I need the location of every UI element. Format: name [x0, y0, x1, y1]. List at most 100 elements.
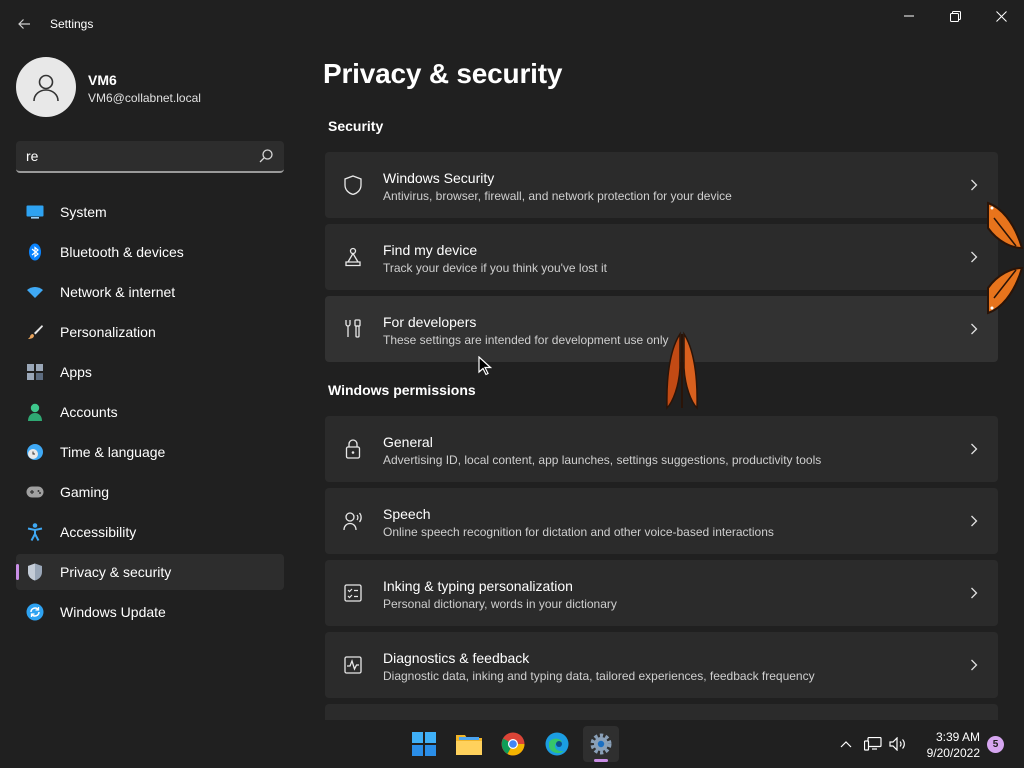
card-subtitle: Diagnostic data, inking and typing data,…	[383, 669, 815, 683]
card-find-my-device[interactable]: Find my device Track your device if you …	[325, 224, 998, 290]
close-icon	[995, 10, 1007, 22]
sidebar-item-label: Windows Update	[60, 604, 166, 620]
chrome-button[interactable]	[495, 726, 531, 762]
shield-icon	[26, 563, 44, 581]
network-icon	[864, 737, 882, 751]
monitor-icon	[26, 203, 44, 221]
chevron-right-icon	[968, 514, 980, 528]
sidebar-item-network[interactable]: Network & internet	[16, 274, 284, 310]
start-button[interactable]	[406, 726, 442, 762]
gamepad-icon	[26, 483, 44, 501]
card-subtitle: Online speech recognition for dictation …	[383, 525, 774, 539]
chevron-right-icon	[968, 250, 980, 264]
inking-icon	[343, 583, 363, 603]
chevron-up-icon	[840, 741, 852, 748]
butterfly-decoration	[987, 201, 1024, 315]
sidebar-item-personalization[interactable]: Personalization	[16, 314, 284, 350]
sidebar-item-label: Personalization	[60, 324, 156, 340]
sidebar-item-apps[interactable]: Apps	[16, 354, 284, 390]
sidebar-item-windows-update[interactable]: Windows Update	[16, 594, 284, 630]
search-icon[interactable]	[258, 148, 274, 164]
card-partial-next[interactable]	[325, 704, 998, 720]
chevron-right-icon	[968, 442, 980, 456]
volume-icon	[889, 737, 905, 751]
accessibility-icon	[26, 523, 44, 541]
clock[interactable]: 3:39 AM 9/20/2022	[916, 729, 980, 761]
card-diagnostics-feedback[interactable]: Diagnostics & feedback Diagnostic data, …	[325, 632, 998, 698]
sidebar-item-time-language[interactable]: Time & language	[16, 434, 284, 470]
sidebar-item-label: System	[60, 204, 107, 220]
restore-icon	[949, 10, 961, 22]
card-subtitle: Personal dictionary, words in your dicti…	[383, 597, 617, 611]
file-explorer-button[interactable]	[451, 726, 487, 762]
sidebar-item-accounts[interactable]: Accounts	[16, 394, 284, 430]
card-subtitle: Antivirus, browser, firewall, and networ…	[383, 189, 732, 203]
edge-icon	[545, 732, 569, 756]
sidebar-nav: System Bluetooth & devices Network & int…	[16, 194, 284, 634]
close-button[interactable]	[983, 4, 1019, 28]
title-bar: Settings	[0, 0, 1024, 48]
globe-clock-icon	[26, 443, 44, 461]
card-subtitle: Track your device if you think you've lo…	[383, 261, 607, 275]
chevron-right-icon	[968, 586, 980, 600]
settings-button[interactable]	[583, 726, 619, 762]
find-device-icon	[343, 247, 363, 267]
sidebar-item-label: Apps	[60, 364, 92, 380]
sidebar-item-label: Privacy & security	[60, 564, 172, 580]
clock-date: 9/20/2022	[926, 746, 980, 760]
sidebar-item-label: Accounts	[60, 404, 118, 420]
card-windows-security[interactable]: Windows Security Antivirus, browser, fir…	[325, 152, 998, 218]
section-heading-security: Security	[328, 118, 384, 134]
edge-button[interactable]	[539, 726, 575, 762]
card-title: Diagnostics & feedback	[383, 650, 530, 666]
minimize-icon	[904, 15, 914, 17]
update-icon	[26, 603, 44, 621]
search-input[interactable]	[26, 141, 246, 171]
notification-badge[interactable]: 5	[987, 736, 1004, 753]
card-title: General	[383, 434, 433, 450]
card-title: For developers	[383, 314, 477, 330]
wifi-icon	[26, 283, 44, 301]
card-title: Windows Security	[383, 170, 495, 186]
start-icon	[412, 732, 436, 756]
card-general[interactable]: General Advertising ID, local content, a…	[325, 416, 998, 482]
sidebar-item-bluetooth[interactable]: Bluetooth & devices	[16, 234, 284, 270]
card-title: Find my device	[383, 242, 478, 258]
app-title: Settings	[50, 17, 94, 31]
active-app-indicator	[594, 759, 608, 762]
sidebar-item-label: Accessibility	[60, 524, 137, 540]
volume-tray-button[interactable]	[887, 733, 909, 755]
lock-icon	[343, 439, 363, 459]
restore-button[interactable]	[937, 4, 973, 28]
chrome-icon	[501, 732, 525, 756]
search-box[interactable]	[16, 141, 284, 173]
sidebar-item-privacy-security[interactable]: Privacy & security	[16, 554, 284, 590]
back-button[interactable]	[12, 12, 36, 36]
sidebar-item-label: Network & internet	[60, 284, 176, 300]
bluetooth-icon	[26, 243, 44, 261]
avatar[interactable]	[16, 57, 76, 117]
person-icon	[26, 403, 44, 421]
sidebar-item-system[interactable]: System	[16, 194, 284, 230]
clock-time: 3:39 AM	[935, 730, 980, 744]
card-speech[interactable]: Speech Online speech recognition for dic…	[325, 488, 998, 554]
sidebar-item-label: Bluetooth & devices	[60, 244, 184, 260]
minimize-button[interactable]	[891, 4, 927, 28]
sidebar-item-gaming[interactable]: Gaming	[16, 474, 284, 510]
chevron-right-icon	[968, 658, 980, 672]
account-name: VM6	[88, 72, 117, 88]
sidebar-item-accessibility[interactable]: Accessibility	[16, 514, 284, 550]
network-tray-button[interactable]	[862, 733, 884, 755]
speech-icon	[343, 511, 363, 531]
butterfly-decoration	[666, 331, 698, 410]
file-explorer-icon	[456, 735, 482, 755]
card-for-developers[interactable]: For developers These settings are intend…	[325, 296, 998, 362]
card-title: Inking & typing personalization	[383, 578, 573, 594]
settings-icon	[590, 733, 612, 755]
show-hidden-icons-button[interactable]	[837, 733, 855, 755]
sidebar-item-label: Gaming	[60, 484, 110, 500]
shield-icon	[343, 175, 363, 195]
developer-tools-icon	[343, 319, 363, 339]
page-title: Privacy & security	[323, 58, 563, 89]
card-inking-typing[interactable]: Inking & typing personalization Personal…	[325, 560, 998, 626]
